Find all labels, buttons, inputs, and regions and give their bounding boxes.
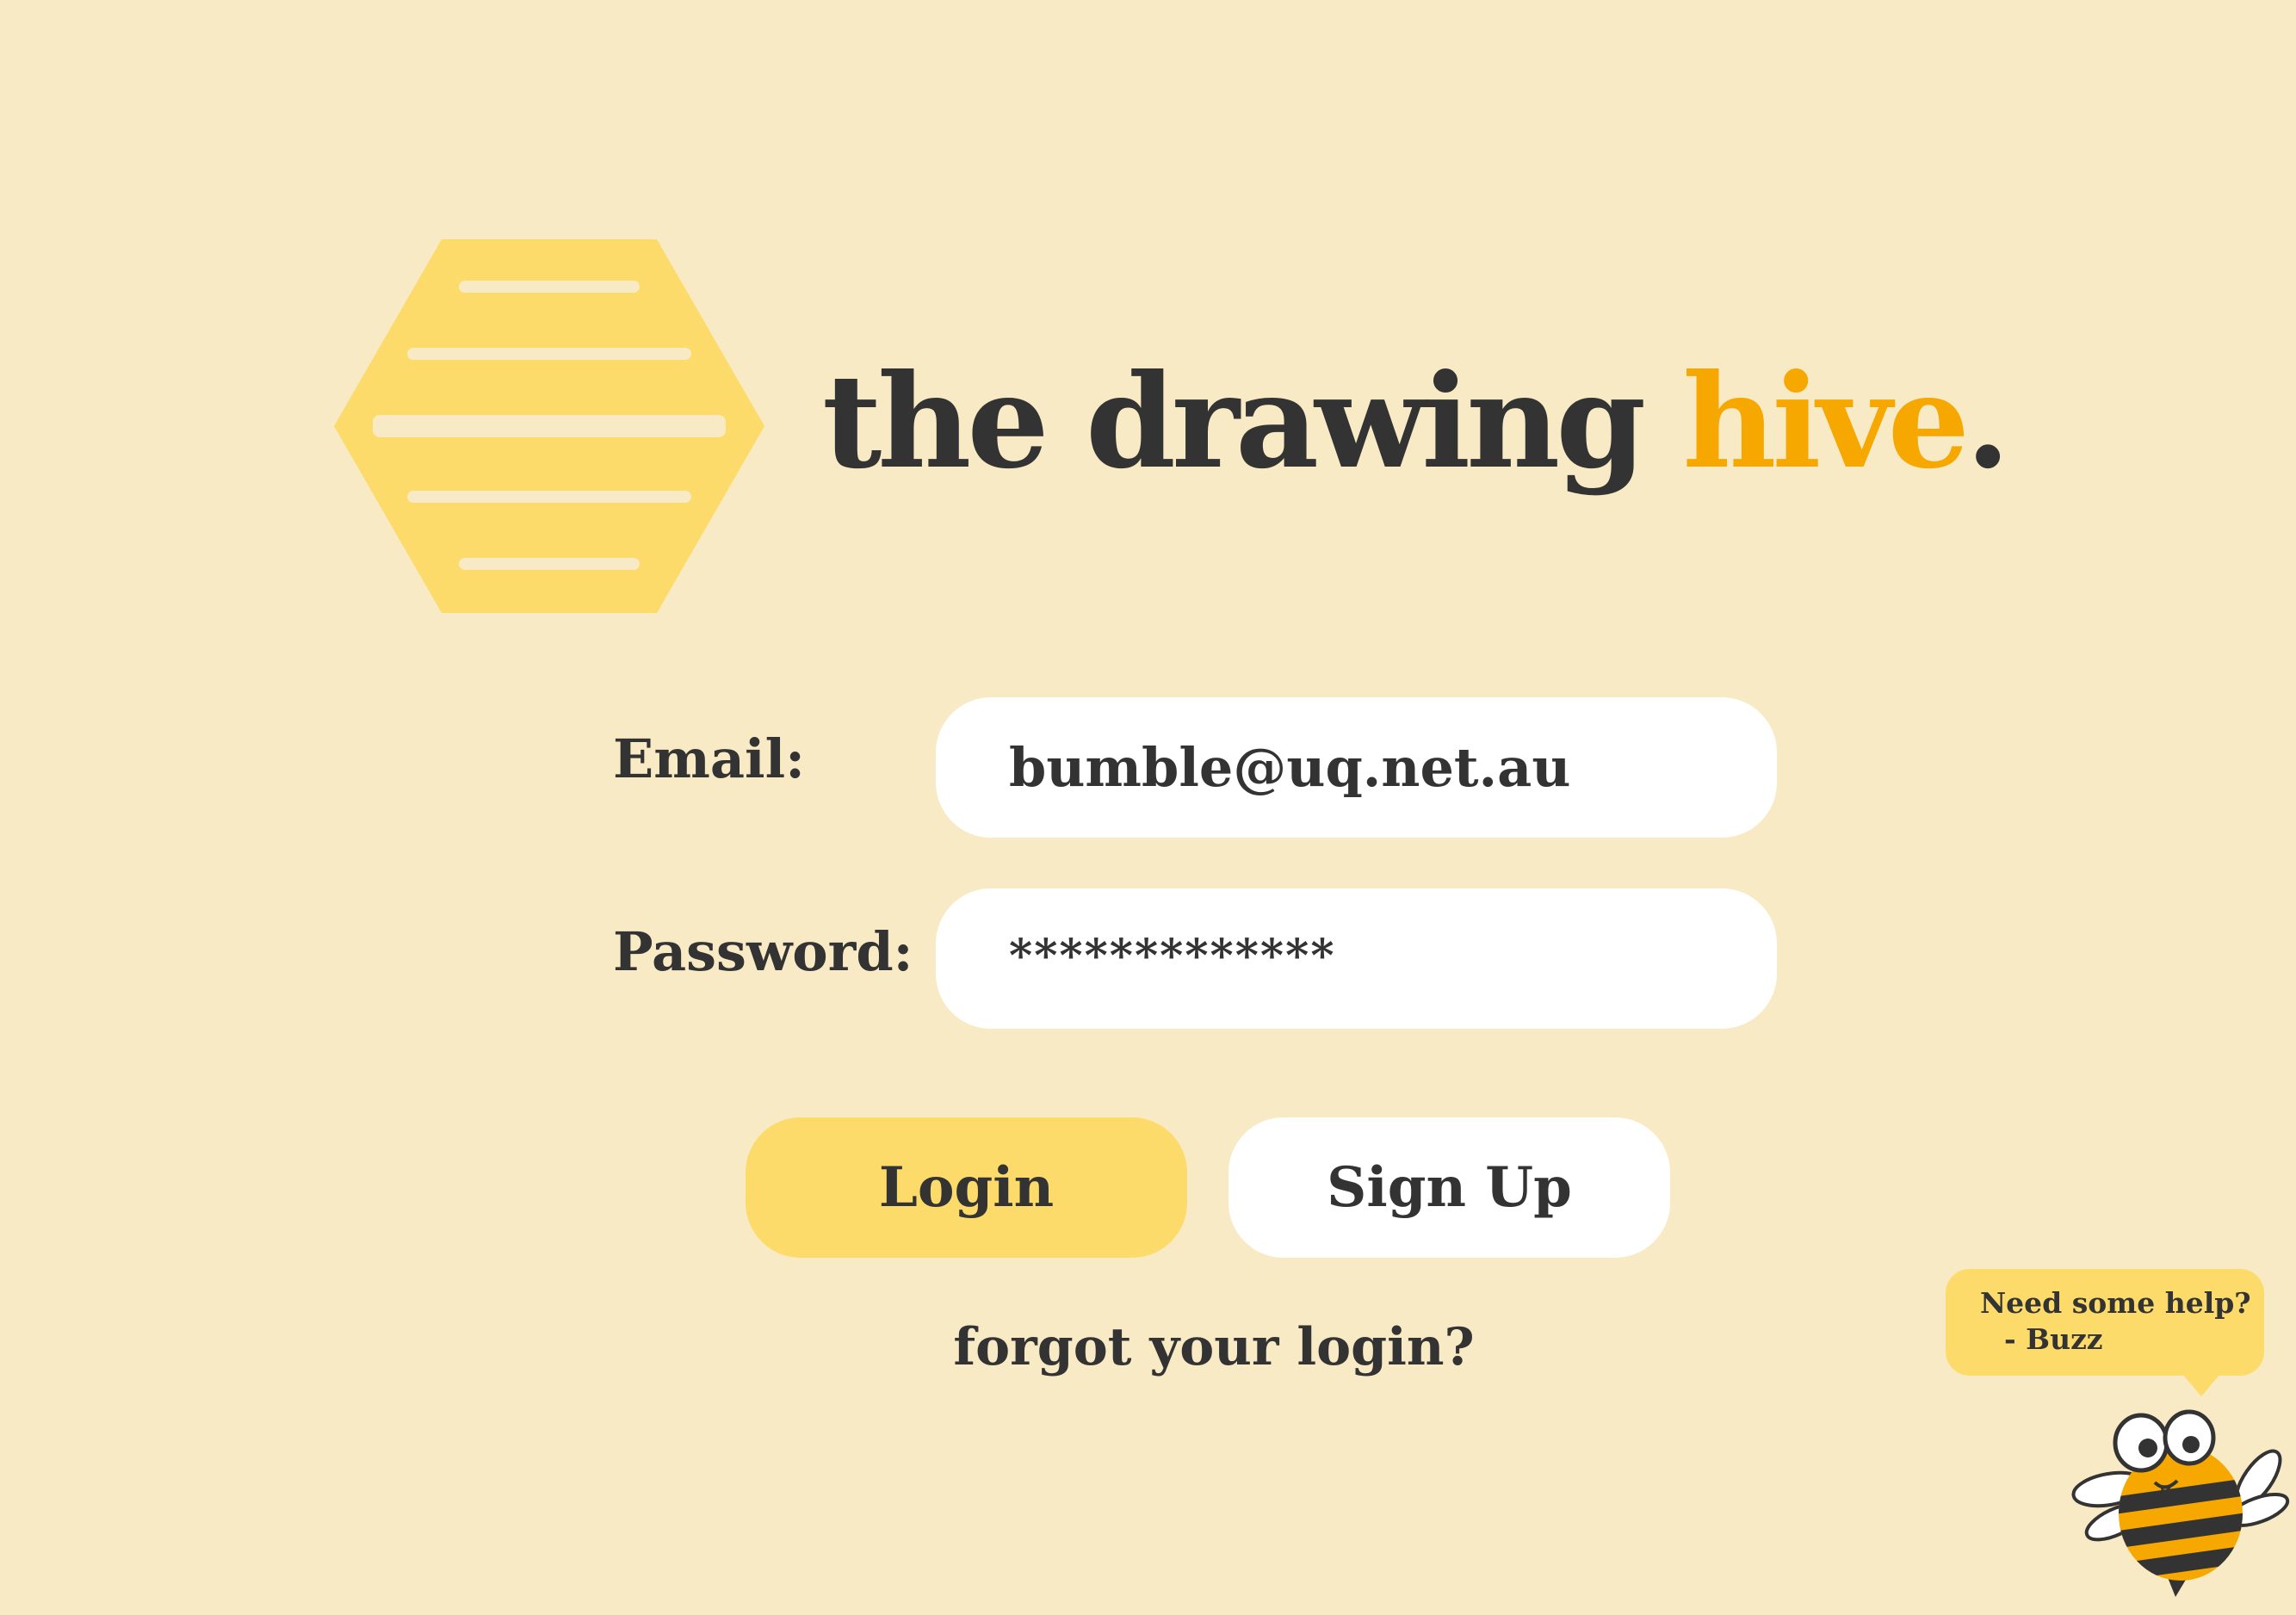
- app-title: the drawing hive.: [822, 327, 2010, 517]
- hexagon-logo-icon: [334, 239, 764, 613]
- title-main: the drawing: [822, 346, 1683, 498]
- help-signature: - Buzz: [2004, 1322, 2103, 1356]
- email-label: Email:: [613, 727, 806, 790]
- password-label: Password:: [613, 920, 913, 983]
- title-period: .: [1965, 346, 2010, 498]
- password-value: *************: [1009, 930, 1336, 982]
- help-bubble[interactable]: [1946, 1269, 2264, 1376]
- bee-mascot-icon[interactable]: [2062, 1403, 2294, 1601]
- help-bubble-tail: [2182, 1374, 2220, 1396]
- signup-button[interactable]: Sign Up: [1228, 1117, 1670, 1258]
- help-text: Need some help?: [1980, 1286, 2251, 1320]
- password-field[interactable]: *************: [936, 888, 1777, 1029]
- email-value: bumble@uq.net.au: [1009, 736, 1571, 799]
- forgot-login-link[interactable]: forgot your login?: [947, 1309, 1481, 1386]
- title-accent: hive: [1682, 346, 1970, 498]
- email-field[interactable]: bumble@uq.net.au: [936, 697, 1777, 838]
- login-button[interactable]: Login: [746, 1117, 1187, 1258]
